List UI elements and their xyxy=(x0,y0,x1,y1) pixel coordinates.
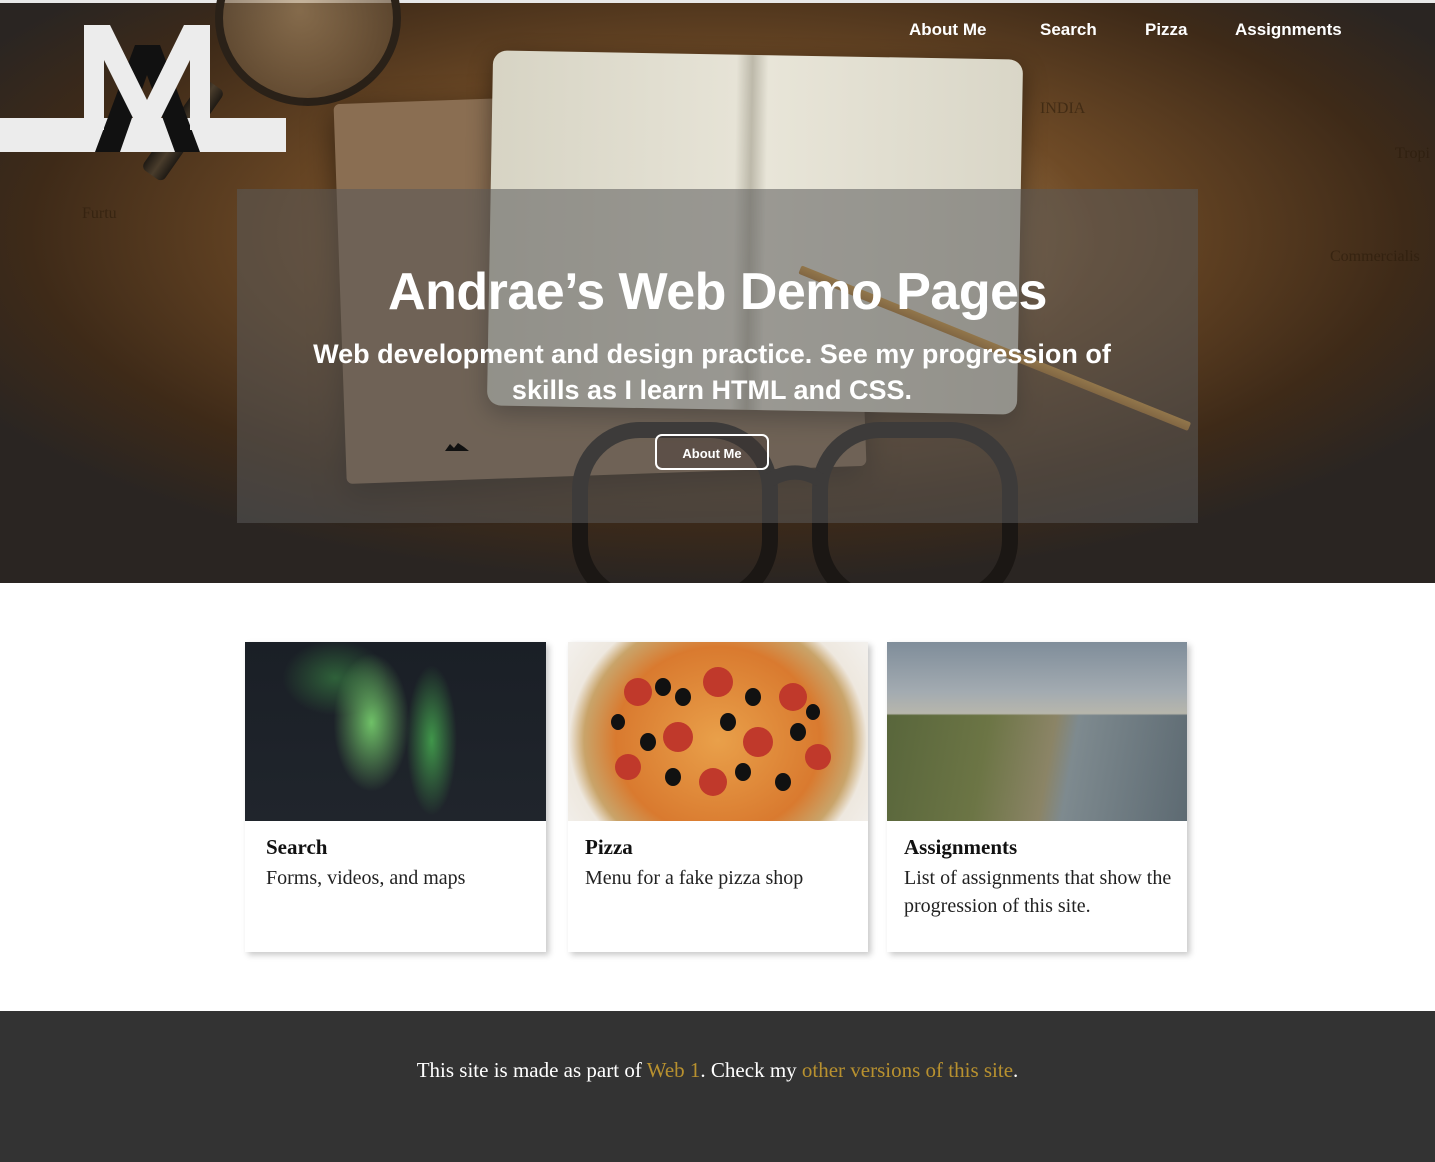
footer-text: This site is made as part of Web 1. Chec… xyxy=(0,1058,1435,1083)
map-label-tropic: Tropi xyxy=(1395,145,1430,162)
footer-suffix: . xyxy=(1013,1058,1019,1082)
bird-silhouette-icon xyxy=(444,440,470,456)
nav-link-about[interactable]: About Me xyxy=(909,20,986,40)
card-pizza[interactable]: Pizza Menu for a fake pizza shop xyxy=(568,642,868,952)
main-navigation: About Me Search Pizza Assignments xyxy=(0,20,1435,46)
nav-link-search[interactable]: Search xyxy=(1040,20,1097,40)
footer-link-web1[interactable]: Web 1 xyxy=(647,1058,701,1082)
map-label-india: INDIA xyxy=(1040,100,1086,117)
nav-link-pizza[interactable]: Pizza xyxy=(1145,20,1188,40)
card-assignments[interactable]: Assignments List of assignments that sho… xyxy=(887,642,1187,952)
top-border xyxy=(0,0,1435,3)
page-title: Andrae’s Web Demo Pages xyxy=(388,263,1047,321)
pizza-image xyxy=(568,642,868,821)
aurora-image xyxy=(245,642,546,821)
footer-middle: . Check my xyxy=(700,1058,802,1082)
card-title: Assignments xyxy=(904,835,1018,859)
hero-banner: INDIA Tropi Commercialis Furtu Andrae’s … xyxy=(0,0,1435,583)
footer-prefix: This site is made as part of xyxy=(416,1058,647,1082)
card-description: Forms, videos, and maps xyxy=(266,867,466,889)
hero-subtitle: Web development and design practice. See… xyxy=(313,339,1111,405)
card-title: Pizza xyxy=(585,835,633,859)
nav-link-assignments[interactable]: Assignments xyxy=(1235,20,1342,40)
card-description: List of assignments that show the progre… xyxy=(904,867,1172,917)
card-description: Menu for a fake pizza shop xyxy=(585,867,804,889)
coastline-image xyxy=(887,642,1187,821)
card-title: Search xyxy=(266,835,328,859)
about-me-button[interactable]: About Me xyxy=(655,434,769,470)
map-label-furtu: Furtu xyxy=(82,205,117,222)
map-label-commercialis: Commercialis xyxy=(1330,248,1420,265)
footer-link-other-versions[interactable]: other versions of this site xyxy=(802,1058,1013,1082)
site-footer xyxy=(0,1011,1435,1162)
card-search[interactable]: Search Forms, videos, and maps xyxy=(245,642,546,952)
